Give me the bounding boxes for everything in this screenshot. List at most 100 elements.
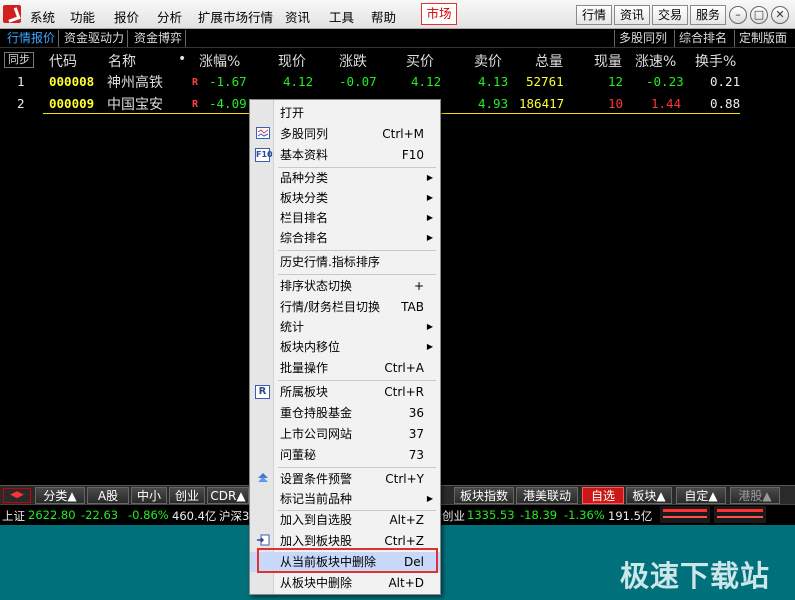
menu-item-ask-secretary[interactable]: 问董秘 73 [250, 445, 440, 465]
col-header-change-pct[interactable]: 涨幅% [199, 51, 240, 71]
col-header-speed[interactable]: 涨速% [635, 51, 676, 71]
mini-trend-icon [660, 506, 710, 523]
menu-item-overall-ranking[interactable]: 综合排名 ▶ [250, 228, 440, 248]
submenu-arrow-icon: ▶ [426, 322, 433, 331]
menu-item-basic-info[interactable]: F10 基本资料 F10 [250, 145, 440, 165]
tab-watchlist[interactable]: 自选 [582, 487, 624, 504]
r-icon: R [255, 385, 270, 399]
menu-quote[interactable]: 报价 [114, 7, 139, 26]
market-tab[interactable]: 市场 [421, 3, 457, 25]
close-icon[interactable]: ✕ [771, 6, 789, 24]
tab-multi-stock[interactable]: 多股同列 [614, 30, 671, 47]
minimize-icon[interactable]: – [729, 6, 747, 24]
maximize-icon[interactable]: □ [750, 6, 768, 24]
view-tabs-row: 行情报价 资金驱动力 资金博弈 多股同列 综合排名 定制版面 [0, 29, 795, 48]
sh-index-label: 上证 [2, 509, 25, 523]
watermark-text: 极速下载站 [620, 559, 771, 593]
menu-item-holding-funds[interactable]: 重仓持股基金 36 [250, 403, 440, 423]
quotes-button[interactable]: 行情 [576, 5, 612, 25]
tab-a-share[interactable]: A股 [87, 487, 129, 504]
menu-item-block-category[interactable]: 板块分类 ▶ [250, 188, 440, 208]
tab-custom[interactable]: 自定▲ [676, 487, 726, 504]
tab-gem[interactable]: 创业 [169, 487, 205, 504]
hs300-label: 沪深3 [219, 509, 250, 523]
col-header-bid[interactable]: 买价 [406, 51, 434, 71]
tab-hk-us-linkage[interactable]: 港美联动 [516, 487, 578, 504]
sync-button[interactable]: 同步 [4, 52, 34, 68]
col-header-name[interactable]: 名称 [108, 51, 136, 71]
tab-sme[interactable]: 中小 [131, 487, 167, 504]
submenu-arrow-icon: ▶ [426, 193, 433, 202]
tab-scroll-arrows-icon[interactable]: ◀▶ [3, 488, 31, 503]
menu-item-belonging-block[interactable]: R 所属板块 Ctrl+R [250, 382, 440, 402]
menu-item-add-watchlist[interactable]: 加入到自选股 Alt+Z [250, 510, 440, 530]
service-button[interactable]: 服务 [690, 5, 726, 25]
menu-item-sort-toggle[interactable]: 排序状态切换 + [250, 276, 440, 296]
volume: 52761 [526, 74, 564, 89]
tab-quotes[interactable]: 行情报价 [4, 30, 60, 47]
submenu-arrow-icon: ▶ [426, 342, 433, 351]
col-header-turnover[interactable]: 换手% [695, 51, 736, 71]
menu-item-variety-category[interactable]: 品种分类 ▶ [250, 168, 440, 188]
f10-icon: F10 [255, 148, 273, 162]
stock-name: 中国宝安 [107, 97, 163, 113]
mini-trend-icon [714, 506, 766, 523]
menu-item-statistics[interactable]: 统计 ▶ [250, 317, 440, 337]
gem-index-value: 1335.53 [467, 508, 515, 522]
margin-flag-icon: R [192, 99, 199, 110]
tab-custom-layout[interactable]: 定制版面 [734, 30, 791, 47]
menu-extended-market[interactable]: 扩展市场行情 [198, 7, 273, 26]
gem-index-label: 创业 [442, 509, 465, 523]
tab-block[interactable]: 板块▲ [626, 487, 672, 504]
sh-index-value: 2622.80 [28, 508, 76, 522]
tab-cdr[interactable]: CDR▲ [207, 487, 249, 504]
menu-news[interactable]: 资讯 [285, 7, 310, 26]
speed: 1.44 [651, 96, 682, 111]
tab-ranking[interactable]: 综合排名 [674, 30, 731, 47]
volume: 186417 [519, 96, 565, 111]
margin-flag-icon: R [192, 77, 199, 88]
menu-system[interactable]: 系统 [30, 7, 55, 26]
change: -0.07 [339, 74, 377, 89]
menu-item-move-in-block[interactable]: 板块内移位 ▶ [250, 337, 440, 357]
menu-item-batch[interactable]: 批量操作 Ctrl+A [250, 358, 440, 378]
annotation-highlight-box [257, 548, 438, 573]
row-index: 2 [17, 96, 25, 111]
menu-item-set-alert[interactable]: 设置条件预警 Ctrl+Y [250, 469, 440, 489]
tab-block-index[interactable]: 板块指数 [454, 487, 514, 504]
gem-index-change: -18.39 [520, 508, 558, 522]
menu-item-multi-stock[interactable]: 多股同列 Ctrl+M [250, 124, 440, 144]
menu-item-history-sort[interactable]: 历史行情.指标排序 [250, 252, 440, 272]
menu-item-column-ranking[interactable]: 栏目排名 ▶ [250, 208, 440, 228]
submenu-arrow-icon: ▶ [426, 494, 433, 503]
menu-analysis[interactable]: 分析 [157, 7, 182, 26]
menu-item-open[interactable]: 打开 [250, 103, 440, 123]
tab-capital-game[interactable]: 资金博弈 [131, 30, 187, 47]
change-pct: -1.67 [209, 74, 247, 89]
news-button[interactable]: 资讯 [614, 5, 650, 25]
trade-button[interactable]: 交易 [652, 5, 688, 25]
col-header-current-volume[interactable]: 现量 [594, 51, 622, 71]
col-header-volume[interactable]: 总量 [535, 51, 563, 71]
menu-item-column-switch[interactable]: 行情/财务栏目切换 TAB [250, 297, 440, 317]
tab-category[interactable]: 分类▲ [35, 487, 85, 504]
ask-price: 4.13 [478, 74, 509, 89]
turnover: 0.88 [710, 96, 741, 111]
col-header-code[interactable]: 代码 [49, 51, 77, 71]
sh-index-pct: -0.86% [128, 508, 169, 522]
price: 4.12 [283, 74, 314, 89]
multi-chart-icon [255, 127, 270, 141]
stock-code: 000009 [49, 96, 95, 111]
tab-capital-drive[interactable]: 资金驱动力 [61, 30, 129, 47]
col-header-ask[interactable]: 卖价 [474, 51, 502, 71]
menu-help[interactable]: 帮助 [371, 7, 396, 26]
menu-tools[interactable]: 工具 [329, 7, 354, 26]
menu-item-company-site[interactable]: 上市公司网站 37 [250, 424, 440, 444]
menu-item-remove-from-block[interactable]: 从板块中删除 Alt+D [250, 573, 440, 593]
menu-item-mark-current[interactable]: 标记当前品种 ▶ [250, 489, 440, 509]
menu-function[interactable]: 功能 [70, 7, 95, 26]
add-to-block-icon [255, 534, 270, 548]
col-header-change[interactable]: 涨跌 [339, 51, 367, 71]
col-header-price[interactable]: 现价 [278, 51, 306, 71]
tab-hk-stock[interactable]: 港股▲ [730, 487, 780, 504]
